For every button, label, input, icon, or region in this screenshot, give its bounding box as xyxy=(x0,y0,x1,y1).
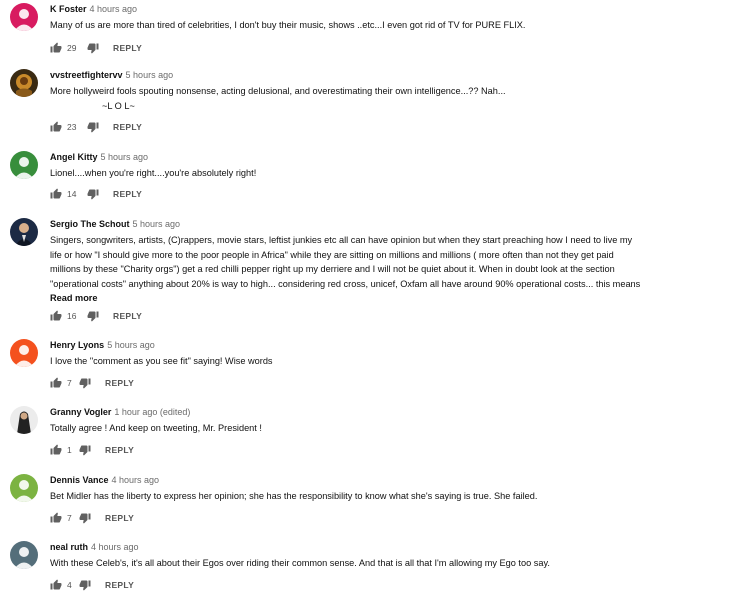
comment-actions: 29 REPLY xyxy=(50,41,142,55)
thumbs-up-icon[interactable] xyxy=(50,42,62,54)
author-name[interactable]: Granny Vogler xyxy=(50,407,111,417)
avatar[interactable] xyxy=(10,474,38,502)
reply-button[interactable]: REPLY xyxy=(105,513,134,523)
comment-body: vvstreetfightervv 5 hours ago More hollyw… xyxy=(50,69,700,113)
like-count: 7 xyxy=(67,513,72,523)
reply-button[interactable]: REPLY xyxy=(113,122,142,132)
author-name[interactable]: Sergio The Schout xyxy=(50,219,130,229)
comment-text: Lionel....when you're right....you're ab… xyxy=(50,168,257,178)
comment-actions: 23 REPLY xyxy=(50,120,142,134)
comment-body: K Foster 4 hours ago Many of us are more … xyxy=(50,3,700,33)
thumbs-down-icon[interactable] xyxy=(79,444,91,456)
like-count: 7 xyxy=(67,378,72,388)
thumbs-down-icon[interactable] xyxy=(87,188,99,200)
like-count: 23 xyxy=(67,122,77,132)
thumbs-down-icon[interactable] xyxy=(87,42,99,54)
timestamp[interactable]: 4 hours ago xyxy=(90,4,138,14)
reply-button[interactable]: REPLY xyxy=(105,378,134,388)
comment-actions: 16 REPLY xyxy=(50,309,142,323)
comment-text: I love the "comment as you see fit" sayi… xyxy=(50,356,273,366)
comment-text: Bet Midler has the liberty to express he… xyxy=(50,491,538,501)
reply-button[interactable]: REPLY xyxy=(113,311,142,321)
comment-body: Sergio The Schout 5 hours ago Singers, so… xyxy=(50,218,700,305)
avatar[interactable] xyxy=(10,69,38,97)
reply-button[interactable]: REPLY xyxy=(113,43,142,53)
timestamp[interactable]: 4 hours ago xyxy=(112,475,160,485)
comment-body: Granny Vogler 1 hour ago (edited) Totally… xyxy=(50,406,700,436)
avatar[interactable] xyxy=(10,541,38,569)
like-count: 1 xyxy=(67,445,72,455)
avatar[interactable] xyxy=(10,151,38,179)
comment-body: Henry Lyons 5 hours ago I love the "comme… xyxy=(50,339,700,369)
thumbs-down-icon[interactable] xyxy=(87,310,99,322)
timestamp[interactable]: 5 hours ago xyxy=(107,340,155,350)
thumbs-up-icon[interactable] xyxy=(50,579,62,591)
author-name[interactable]: K Foster xyxy=(50,4,87,14)
thumbs-down-icon[interactable] xyxy=(79,512,91,524)
timestamp[interactable]: 4 hours ago xyxy=(91,542,139,552)
thumbs-up-icon[interactable] xyxy=(50,121,62,133)
avatar[interactable] xyxy=(10,406,38,434)
comment-body: Dennis Vance 4 hours ago Bet Midler has t… xyxy=(50,474,700,504)
comment-text: Many of us are more than tired of celebr… xyxy=(50,20,526,30)
like-count: 29 xyxy=(67,43,77,53)
thumbs-up-icon[interactable] xyxy=(50,377,62,389)
read-more-link[interactable]: Read more xyxy=(50,291,700,305)
author-name[interactable]: neal ruth xyxy=(50,542,88,552)
comment-text: With these Celeb's, it's all about their… xyxy=(50,558,550,568)
like-count: 4 xyxy=(67,580,72,590)
comment-actions: 7 REPLY xyxy=(50,376,134,390)
comment-text: Totally agree ! And keep on tweeting, Mr… xyxy=(50,423,262,433)
thumbs-down-icon[interactable] xyxy=(79,377,91,389)
thumbs-up-icon[interactable] xyxy=(50,512,62,524)
reply-button[interactable]: REPLY xyxy=(113,189,142,199)
comment-body: neal ruth 4 hours ago With these Celeb's,… xyxy=(50,541,700,571)
comment-actions: 4 REPLY xyxy=(50,578,134,592)
avatar[interactable] xyxy=(10,339,38,367)
comment-list: K Foster 4 hours ago Many of us are more … xyxy=(0,0,736,596)
like-count: 14 xyxy=(67,189,77,199)
thumbs-up-icon[interactable] xyxy=(50,188,62,200)
author-name[interactable]: vvstreetfightervv xyxy=(50,70,123,80)
timestamp[interactable]: 5 hours ago xyxy=(126,70,174,80)
author-name[interactable]: Henry Lyons xyxy=(50,340,104,350)
thumbs-up-icon[interactable] xyxy=(50,310,62,322)
thumbs-up-icon[interactable] xyxy=(50,444,62,456)
avatar[interactable] xyxy=(10,218,38,246)
thumbs-down-icon[interactable] xyxy=(87,121,99,133)
comment-text: More hollyweird fools spouting nonsense,… xyxy=(50,86,506,111)
comment-actions: 14 REPLY xyxy=(50,187,142,201)
comment-actions: 7 REPLY xyxy=(50,511,134,525)
thumbs-down-icon[interactable] xyxy=(79,579,91,591)
comment-text: Singers, songwriters, artists, (C)rapper… xyxy=(50,235,641,289)
author-name[interactable]: Angel Kitty xyxy=(50,152,98,162)
timestamp[interactable]: 5 hours ago xyxy=(133,219,181,229)
avatar[interactable] xyxy=(10,3,38,31)
comment-body: Angel Kitty 5 hours ago Lionel....when yo… xyxy=(50,151,700,181)
reply-button[interactable]: REPLY xyxy=(105,580,134,590)
author-name[interactable]: Dennis Vance xyxy=(50,475,109,485)
comment-actions: 1 REPLY xyxy=(50,443,134,457)
reply-button[interactable]: REPLY xyxy=(105,445,134,455)
timestamp[interactable]: 5 hours ago xyxy=(101,152,149,162)
timestamp[interactable]: 1 hour ago (edited) xyxy=(114,407,190,417)
like-count: 16 xyxy=(67,311,77,321)
